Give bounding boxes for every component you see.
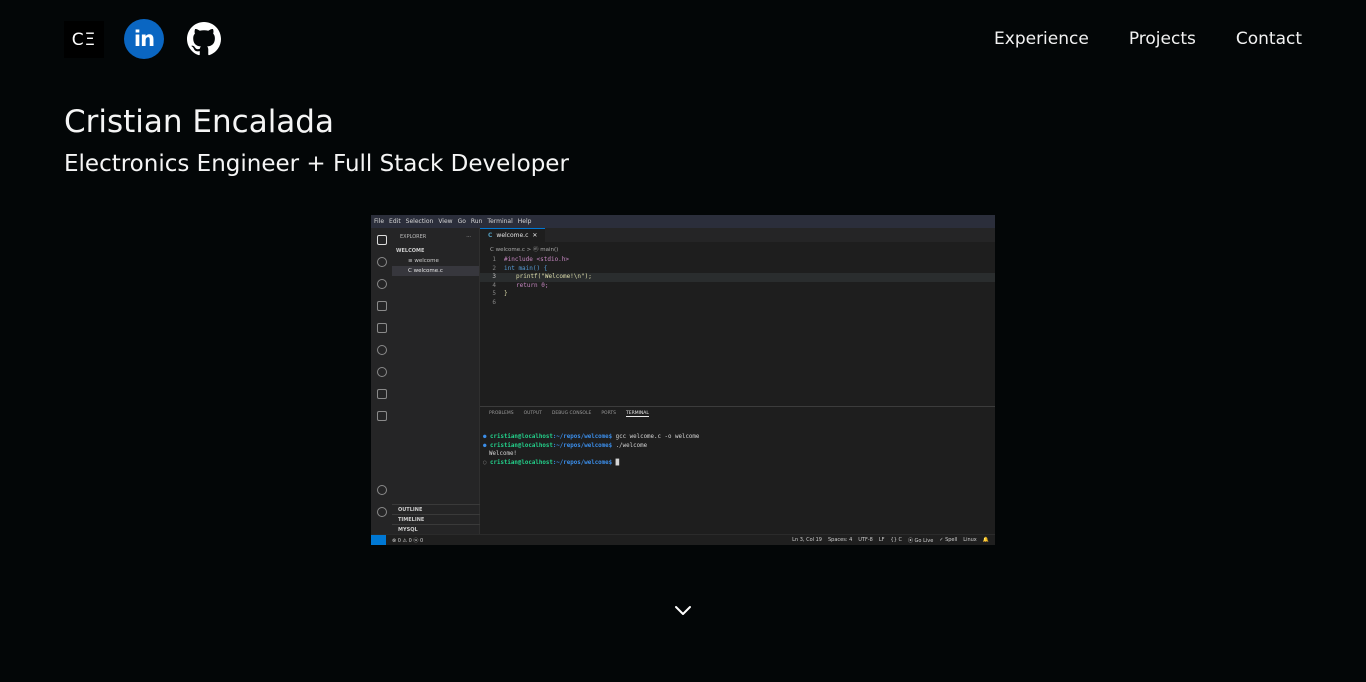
terminal-line: ● cristian@localhost:~/repos/welcome$ ./… bbox=[483, 442, 648, 449]
hero-name: Cristian Encalada bbox=[64, 104, 334, 140]
nav-contact[interactable]: Contact bbox=[1236, 29, 1302, 49]
editor-menubar: File Edit Selection View Go Run Terminal… bbox=[371, 215, 995, 228]
code-editor: C welcome.c ✕ C welcome.c > ⓜ main() 1 #i… bbox=[480, 228, 995, 406]
layers-icon bbox=[376, 411, 387, 421]
docker-icon bbox=[376, 367, 387, 377]
terminal-line: Welcome! bbox=[489, 451, 517, 458]
terminal-line: ● cristian@localhost:~/repos/welcome$ gc… bbox=[483, 434, 700, 440]
database-icon bbox=[376, 389, 387, 399]
terminal-line: ○ cristian@localhost:~/repos/welcome$ █ bbox=[483, 459, 620, 466]
github-mark bbox=[187, 22, 221, 56]
editor-screenshot: File Edit Selection View Go Run Terminal… bbox=[371, 215, 995, 545]
source-control-icon bbox=[376, 279, 387, 289]
panel-tab-debug: DEBUG CONSOLE bbox=[551, 411, 592, 416]
editor-tabs: C welcome.c ✕ bbox=[480, 228, 995, 242]
main-nav: Experience Projects Contact bbox=[994, 29, 1302, 49]
code-line: 2 int main() { bbox=[492, 264, 548, 272]
menu-view: View bbox=[438, 218, 453, 225]
panel-tab-problems: PROBLEMS bbox=[489, 411, 514, 416]
section-timeline: TIMELINE bbox=[392, 514, 480, 524]
status-position: Ln 3, Col 19 bbox=[792, 536, 822, 543]
menu-go: Go bbox=[457, 218, 466, 225]
settings-gear-icon bbox=[376, 507, 387, 517]
tab-label: welcome.c bbox=[496, 232, 529, 239]
menu-run: Run bbox=[470, 218, 483, 225]
c-file-icon: C bbox=[488, 232, 493, 239]
code-line: 4 return 0; bbox=[492, 281, 549, 289]
code-line: 6 bbox=[492, 298, 496, 306]
explorer-header: EXPLORER ··· bbox=[392, 228, 479, 246]
linkedin-label: in bbox=[133, 27, 155, 51]
explorer-more: ··· bbox=[466, 234, 471, 240]
status-encoding: UTF-8 bbox=[858, 536, 873, 543]
menu-edit: Edit bbox=[389, 218, 401, 225]
code-line: 5} bbox=[492, 290, 508, 298]
tab-close-icon: ✕ bbox=[532, 232, 538, 239]
lightning-icon bbox=[376, 345, 387, 355]
status-language: {} C bbox=[890, 536, 902, 543]
status-os: Linux bbox=[963, 536, 977, 543]
tab-welcome-c: C welcome.c ✕ bbox=[480, 228, 546, 242]
explorer-sidebar: EXPLORER ··· WELCOME ≡ welcome C welcome… bbox=[392, 228, 480, 534]
activity-bar bbox=[371, 228, 392, 534]
panel-tabs: PROBLEMS OUTPUT DEBUG CONSOLE PORTS TERM… bbox=[480, 407, 995, 421]
chevron-down-icon[interactable] bbox=[673, 600, 693, 620]
site-logo[interactable]: CΞ bbox=[64, 21, 104, 58]
menu-selection: Selection bbox=[405, 218, 434, 225]
terminal-output: ● cristian@localhost:~/repos/welcome$ gc… bbox=[480, 421, 995, 479]
account-icon bbox=[376, 485, 387, 495]
section-outline: OUTLINE bbox=[392, 504, 480, 514]
file-welcome: ≡ welcome bbox=[408, 258, 439, 264]
linkedin-icon[interactable]: in bbox=[124, 19, 164, 59]
nav-projects[interactable]: Projects bbox=[1129, 29, 1196, 49]
file-welcome-c: C welcome.c bbox=[392, 266, 479, 276]
section-mysql: MYSQL bbox=[392, 524, 480, 534]
status-spell: ✓ Spell bbox=[939, 536, 958, 543]
panel-tab-terminal: TERMINAL bbox=[625, 411, 649, 417]
logo-text: CΞ bbox=[71, 29, 97, 50]
editor-breadcrumb: C welcome.c > ⓜ main() bbox=[490, 247, 559, 253]
panel-tab-output: OUTPUT bbox=[523, 411, 542, 416]
status-eol: LF bbox=[878, 536, 885, 543]
status-right: Ln 3, Col 19 Spaces: 4 UTF-8 LF {} C ⦿ G… bbox=[792, 537, 995, 544]
menu-file: File bbox=[374, 218, 385, 225]
extensions-icon bbox=[376, 323, 387, 333]
sidebar-sections: OUTLINE TIMELINE MYSQL bbox=[392, 504, 480, 534]
status-spaces: Spaces: 4 bbox=[827, 536, 853, 543]
status-bar: ⊗ 0 ⚠ 0 ⓦ 0 Ln 3, Col 19 Spaces: 4 UTF-8… bbox=[371, 534, 995, 545]
run-debug-icon bbox=[376, 301, 387, 311]
explorer-title: EXPLORER bbox=[400, 234, 427, 240]
hero-subtitle: Electronics Engineer + Full Stack Develo… bbox=[64, 151, 569, 177]
status-golive: ⦿ Go Live bbox=[907, 537, 934, 544]
status-problems: ⊗ 0 ⚠ 0 ⓦ 0 bbox=[392, 537, 424, 544]
folder-welcome: WELCOME bbox=[396, 248, 425, 254]
terminal-panel: PROBLEMS OUTPUT DEBUG CONSOLE PORTS TERM… bbox=[480, 406, 995, 534]
panel-tab-ports: PORTS bbox=[601, 411, 616, 416]
code-line: 3 printf("Welcome!\n"); bbox=[480, 273, 995, 282]
bell-icon: 🔔 bbox=[982, 536, 989, 543]
code-line: 1 #include <stdio.h> bbox=[492, 256, 570, 263]
menu-terminal: Terminal bbox=[487, 218, 513, 225]
search-icon bbox=[376, 257, 387, 267]
files-icon bbox=[376, 235, 387, 245]
menu-help: Help bbox=[517, 218, 532, 225]
code-area: 1 #include <stdio.h> 2 int main() { 3 print… bbox=[480, 256, 995, 308]
nav-experience[interactable]: Experience bbox=[994, 29, 1089, 49]
remote-indicator-icon bbox=[371, 534, 386, 545]
